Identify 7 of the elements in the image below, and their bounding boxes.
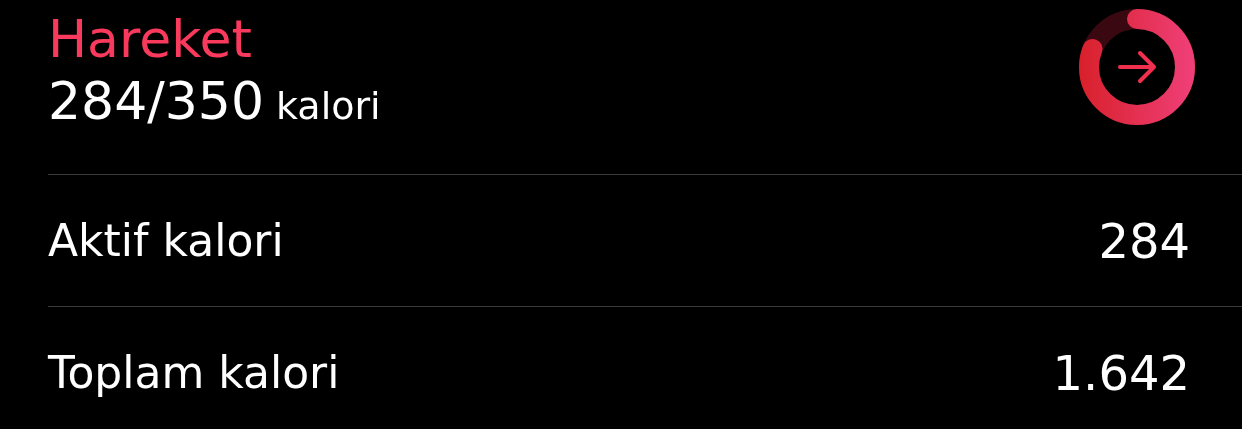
calorie-unit: kalori: [276, 83, 381, 130]
activity-title: Hareket: [48, 8, 253, 70]
metric-value: 284: [1098, 211, 1190, 271]
activity-ring-icon: [1078, 8, 1196, 126]
metric-label: Aktif kalori: [48, 213, 284, 268]
metric-label: Toplam kalori: [48, 346, 340, 400]
metric-value: 1.642: [1052, 344, 1190, 403]
